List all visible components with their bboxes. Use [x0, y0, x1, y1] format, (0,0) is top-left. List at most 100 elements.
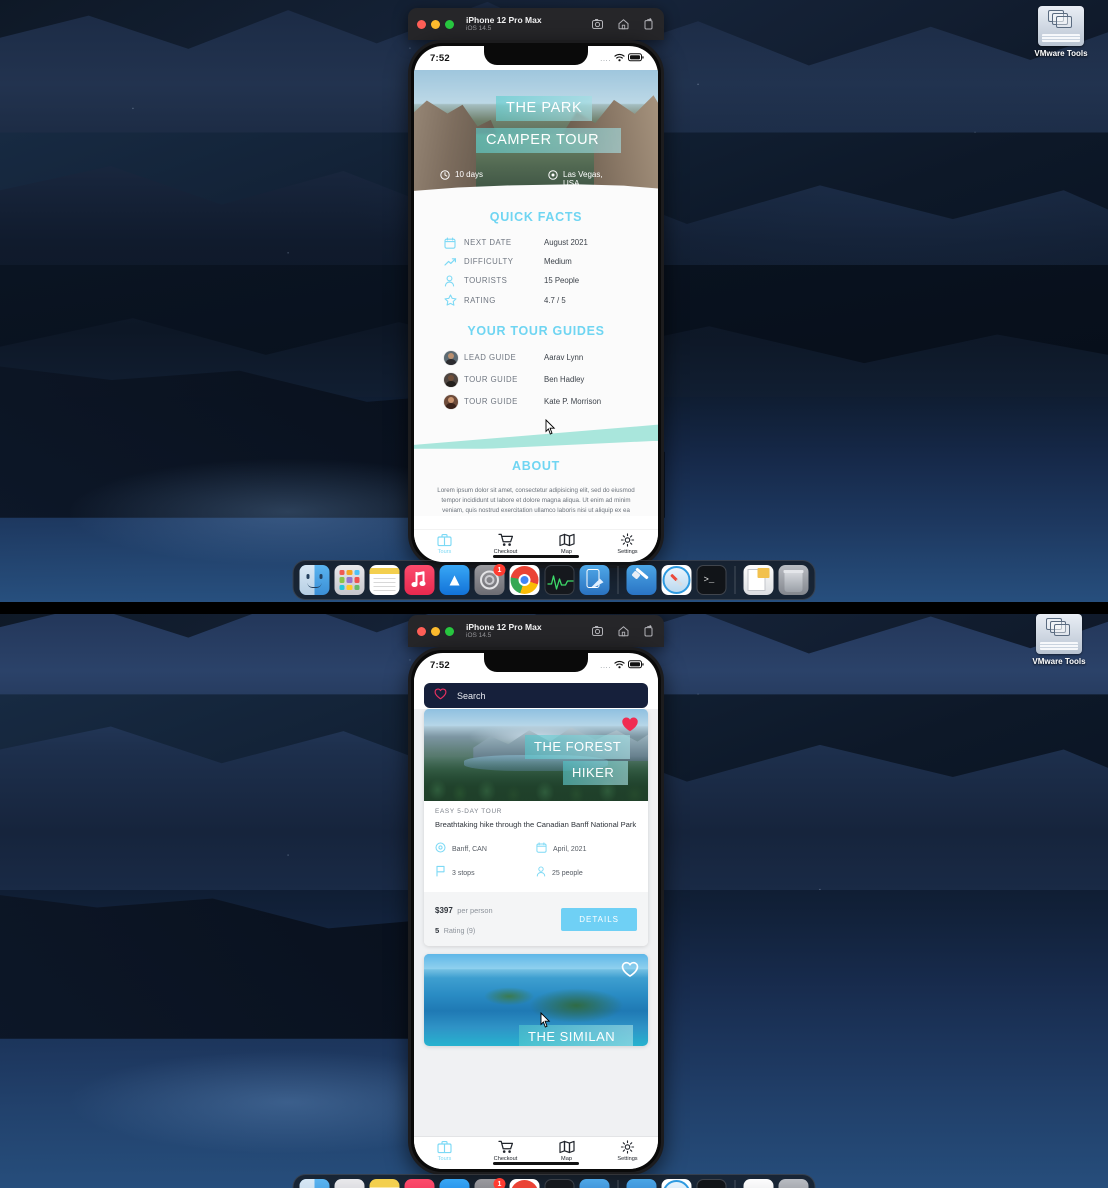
dock-item-system-preferences[interactable]: 1 [474, 1178, 506, 1188]
tab-map[interactable]: Map [536, 533, 597, 555]
macos-dock-bottom[interactable]: 1 [292, 1174, 816, 1188]
dock-item-simulator[interactable] [579, 1179, 610, 1188]
rotate-device-icon[interactable] [643, 625, 654, 637]
zoom-button[interactable] [445, 626, 454, 636]
screenshot-icon[interactable] [591, 625, 604, 637]
quick-fact-key: TOURISTS [464, 276, 508, 286]
dock-item-terminal[interactable] [696, 1179, 727, 1188]
dock-item-finder[interactable] [299, 565, 330, 595]
simulator-window-top[interactable]: iPhone 12 Pro Max iOS 14.5 7:52 .... THE… [408, 8, 664, 568]
simulator-window-bottom[interactable]: iPhone 12 Pro Max iOS 14.5 7:52 .... Sea… [408, 615, 664, 1175]
tab-tours[interactable]: Tours [414, 533, 475, 555]
dock-separator [617, 566, 619, 594]
dock-item-trash[interactable] [778, 1179, 809, 1188]
calendar-icon [536, 840, 547, 858]
dock-item-launchpad[interactable] [334, 1179, 365, 1188]
search-input[interactable]: Search [424, 683, 648, 708]
tab-checkout[interactable]: Checkout [475, 533, 536, 555]
home-icon[interactable] [617, 18, 630, 30]
meta-text: 3 stops [452, 869, 475, 877]
person-icon [536, 864, 546, 882]
iphone-screen-tour-detail[interactable]: 7:52 .... THE PARK CAMPER TOUR 10 days L… [414, 46, 658, 562]
dock-item-documents-stack[interactable] [743, 1179, 774, 1188]
quick-facts-heading: QUICK FACTS [489, 210, 583, 224]
dock-badge-count: 1 [493, 564, 506, 576]
heart-outline-icon[interactable] [434, 687, 447, 705]
favorite-heart-outline-icon[interactable] [621, 961, 639, 983]
map-icon [558, 533, 575, 547]
rotate-device-icon[interactable] [643, 18, 654, 30]
desktop-icon-vmware-tools[interactable]: VMware Tools [1022, 6, 1100, 58]
dock-item-app-store[interactable]: ▲ [439, 565, 470, 595]
dock-item-chrome[interactable] [509, 1179, 540, 1188]
tour-card[interactable]: THE SIMILAN [424, 954, 648, 1047]
dock-item-xcode[interactable] [626, 1179, 657, 1188]
iphone-device-frame-bottom: 7:52 .... Search THE FOREST HIKER EASY 5… [408, 647, 664, 1175]
search-text: Search [457, 690, 486, 701]
home-icon[interactable] [617, 625, 630, 637]
quick-fact-key: DIFFICULTY [464, 257, 514, 267]
tour-card-image: THE SIMILAN [424, 954, 648, 1047]
tab-map[interactable]: Map [536, 1140, 597, 1162]
dock-badge-count: 1 [493, 1178, 506, 1188]
minimize-button[interactable] [431, 19, 440, 29]
dock-item-notes[interactable] [369, 565, 400, 595]
window-controls[interactable] [417, 626, 454, 636]
close-button[interactable] [417, 19, 426, 29]
tab-settings[interactable]: Settings [597, 533, 658, 555]
dock-item-terminal[interactable]: >_ [696, 565, 727, 595]
dock-item-xcode[interactable] [626, 565, 657, 595]
dock-item-activity-monitor[interactable] [544, 1179, 575, 1188]
dock-item-system-preferences[interactable]: 1 [474, 564, 506, 595]
zoom-button[interactable] [445, 19, 454, 29]
rating-value: 5 [435, 926, 440, 936]
notch [484, 46, 588, 65]
simulator-titlebar[interactable]: iPhone 12 Pro Max iOS 14.5 [408, 8, 664, 40]
window-controls[interactable] [417, 19, 454, 29]
macos-dock-top[interactable]: ▲ 1 >_ [292, 560, 816, 600]
desktop-icon-vmware-tools[interactable]: VMware Tools [1020, 614, 1098, 666]
tab-label: Tours [437, 548, 452, 555]
dock-item-simulator[interactable] [579, 565, 610, 595]
tab-checkout[interactable]: Checkout [475, 1140, 536, 1162]
wifi-icon [614, 656, 625, 674]
dock-item-app-store[interactable] [439, 1179, 470, 1188]
iphone-screen-tour-list[interactable]: 7:52 .... Search THE FOREST HIKER EASY 5… [414, 653, 658, 1169]
close-button[interactable] [417, 626, 426, 636]
meta-people: 25 people [536, 861, 637, 885]
dock-item-safari[interactable] [661, 565, 692, 595]
tab-tours[interactable]: Tours [414, 1140, 475, 1162]
screenshot-icon[interactable] [591, 18, 604, 30]
dock-item-notes[interactable] [369, 1179, 400, 1188]
home-indicator [493, 1161, 579, 1165]
simulator-titlebar[interactable]: iPhone 12 Pro Max iOS 14.5 [408, 615, 664, 647]
dock-item-chrome[interactable] [509, 565, 540, 595]
dock-item-music[interactable] [404, 565, 435, 595]
dock-item-documents-stack[interactable] [743, 565, 774, 595]
dock-item-finder[interactable] [299, 1179, 330, 1188]
dock-item-activity-monitor[interactable] [544, 565, 575, 595]
tab-settings[interactable]: Settings [597, 1140, 658, 1162]
tour-card-list[interactable]: THE FOREST HIKER EASY 5-DAY TOUR Breatht… [414, 709, 658, 1137]
minimize-button[interactable] [431, 626, 440, 636]
dock-item-trash[interactable] [778, 565, 809, 595]
favorite-heart-filled-icon[interactable] [621, 716, 639, 738]
tour-card-title-line1: THE SIMILAN [519, 1025, 634, 1047]
tour-detail-sheet: QUICK FACTS NEXT DATE August 2021 DIFFIC… [414, 198, 658, 517]
hero-duration-text: 10 days [455, 169, 484, 179]
quick-fact-row: RATING 4.7 / 5 [414, 291, 658, 310]
desktop-screenshot-bottom: VMware Tools iPhone 12 Pro Max iOS 14.5 [0, 614, 1108, 1188]
tour-card[interactable]: THE FOREST HIKER EASY 5-DAY TOUR Breatht… [424, 709, 648, 947]
tour-card-eyebrow: EASY 5-DAY TOUR [435, 808, 503, 815]
status-signal: .... [600, 53, 611, 63]
about-heading: ABOUT [512, 458, 560, 473]
wifi-icon [614, 49, 625, 67]
details-button[interactable]: DETAILS [561, 907, 637, 931]
dock-item-music[interactable] [404, 1179, 435, 1188]
briefcase-icon [437, 534, 452, 547]
dock-item-safari[interactable] [661, 1179, 692, 1188]
dock-item-launchpad[interactable] [334, 565, 365, 595]
tour-card-footer: $397 per person 5 Rating (9) DETAILS [424, 892, 648, 947]
quick-fact-value: August 2021 [544, 238, 588, 248]
battery-icon [628, 49, 644, 67]
